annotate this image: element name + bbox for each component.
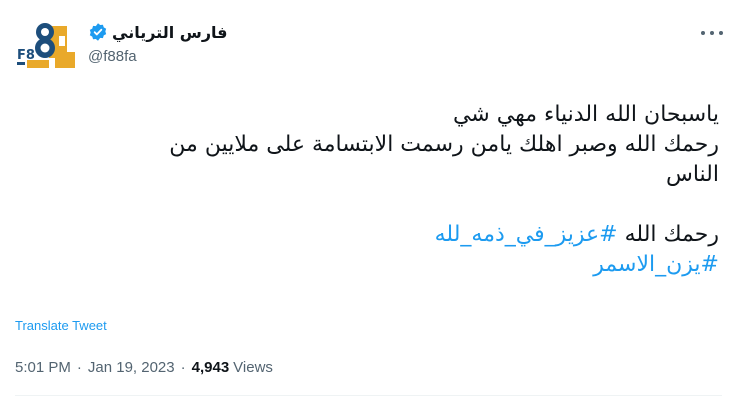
tweet-date-link[interactable]: Jan 19, 2023 — [88, 359, 175, 376]
more-options-icon[interactable] — [701, 26, 723, 40]
more-dot — [701, 31, 705, 35]
tweet-text: ياسبحان الله الدنياء مهي شي رحمك الله وص… — [19, 100, 719, 280]
hashtag-link[interactable]: #يزن_الاسمر — [593, 252, 719, 277]
more-dot — [710, 31, 714, 35]
tweet-line: رحمك الله وصبر اهلك يامن رسمت الابتسامة … — [169, 132, 719, 157]
views-count: 4,943 — [191, 359, 230, 376]
more-dot — [719, 31, 723, 35]
tweet-line: الناس — [665, 162, 719, 187]
tweet-card: F8 فارس الترياني @f88fa ياسبحان الله الد… — [0, 0, 737, 401]
line-spacer — [19, 190, 719, 220]
tweet-line: ياسبحان الله الدنياء مهي شي — [452, 102, 719, 127]
avatar-logo-icon: F8 — [15, 12, 78, 75]
hashtag-link[interactable]: #عزيز_في_ذمه_لله — [435, 222, 618, 247]
name-row: فارس الترياني — [88, 22, 228, 42]
views-label: Views — [233, 359, 273, 376]
separator: · — [76, 359, 82, 376]
user-handle[interactable]: @f88fa — [88, 48, 228, 65]
tweet-line-hashtag: رحمك الله #عزيز_في_ذمه_لله — [19, 220, 719, 250]
translate-tweet-link[interactable]: Translate Tweet — [15, 318, 107, 333]
tweet-line-hashtag: #يزن_الاسمر — [19, 250, 719, 280]
tweet-meta: 5:01 PM · Jan 19, 2023 · 4,943 Views — [15, 359, 273, 376]
divider — [15, 395, 722, 396]
closing-text: رحمك الله — [624, 222, 719, 247]
avatar[interactable]: F8 — [15, 12, 78, 75]
svg-text:F8: F8 — [17, 48, 35, 63]
tweet-time-link[interactable]: 5:01 PM — [15, 359, 71, 376]
display-name[interactable]: فارس الترياني — [112, 23, 228, 42]
verified-badge-icon — [89, 23, 107, 41]
separator: · — [180, 359, 186, 376]
user-info: فارس الترياني @f88fa — [88, 22, 228, 72]
